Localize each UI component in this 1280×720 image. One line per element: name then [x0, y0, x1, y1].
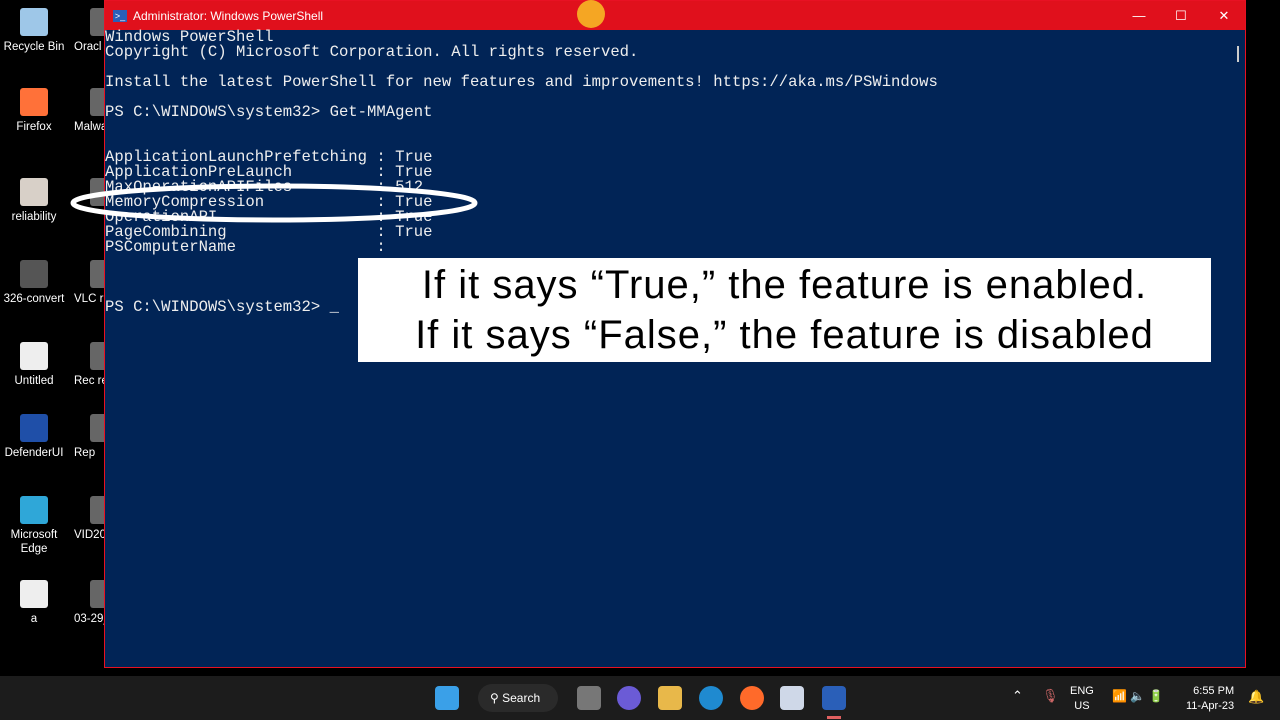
firefox-icon[interactable] [740, 686, 764, 710]
chevron-up-icon[interactable]: ⌃ [1012, 688, 1023, 704]
microphone-icon[interactable]: 🎙 [1042, 688, 1059, 704]
teams-icon[interactable] [617, 686, 641, 710]
clock[interactable]: 6:55 PM 11-Apr-23 [1186, 684, 1234, 714]
search-icon: ⚲ [490, 691, 503, 705]
virtualbox-icon[interactable] [780, 686, 804, 710]
powershell-taskbar-icon[interactable] [822, 686, 846, 710]
caption-line-2: If it says “False,” the feature is disab… [415, 313, 1154, 357]
start-icon[interactable] [435, 686, 459, 710]
file-explorer-icon[interactable] [658, 686, 682, 710]
caption-overlay: If it says “True,” the feature is enable… [358, 258, 1211, 362]
language-indicator[interactable]: ENG US [1070, 684, 1094, 714]
search-button[interactable]: ⚲ Search [478, 684, 558, 712]
taskbar: ⚲ Search ⌃ 🎙 ENG US 📶 🔈 🔋 6:55 PM 11-Apr-2… [0, 676, 1280, 720]
search-label: Search [502, 691, 541, 705]
edge-icon[interactable] [699, 686, 723, 710]
caption-line-1: If it says “True,” the feature is enable… [421, 263, 1148, 307]
notification-icon[interactable]: 🔔 [1248, 689, 1264, 705]
region-label: US [1074, 700, 1090, 712]
date: 11-Apr-23 [1186, 700, 1235, 712]
time: 6:55 PM [1193, 685, 1235, 697]
cursor-highlight [577, 0, 605, 28]
wifi-volume-battery-icons[interactable]: 📶 🔈 🔋 [1112, 689, 1164, 703]
lang-label: ENG [1070, 685, 1094, 697]
task-view-icon[interactable] [577, 686, 601, 710]
active-indicator [827, 716, 841, 719]
